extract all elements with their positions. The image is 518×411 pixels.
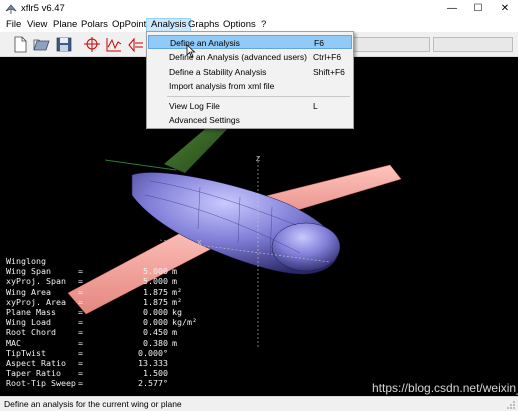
menu-view[interactable]: View xyxy=(23,18,51,32)
watermark-url: https://blog.csdn.net/weixin_42896636 xyxy=(372,381,518,395)
data-row-plane-mass: Plane Mass = 0.000 kg xyxy=(6,306,182,317)
menu-file[interactable]: File xyxy=(2,18,25,32)
fuselage-nose xyxy=(271,222,341,272)
data-row-tip-twist: TipTwist = 0.000° xyxy=(6,347,168,358)
menu-oppoint[interactable]: OpPoint xyxy=(108,18,150,32)
z-axis-label: Z xyxy=(256,156,261,163)
menu-options[interactable]: Options xyxy=(219,18,260,32)
status-bar: Define an analysis for the current wing … xyxy=(0,396,518,411)
window-title: xflr5 v6.47 xyxy=(21,3,65,14)
open-folder-icon[interactable] xyxy=(32,35,52,54)
maximize-button[interactable]: ☐ xyxy=(470,2,486,16)
menu-help[interactable]: ? xyxy=(257,18,270,32)
cp-graph-icon[interactable] xyxy=(104,35,124,54)
data-row-root-tip-sweep: Root-Tip Sweep = 2.577° xyxy=(6,378,168,389)
new-document-icon[interactable] xyxy=(10,35,30,54)
data-row-wing-load: Wing Load = 0.000 kg/m² xyxy=(6,317,197,328)
menu-define-stability-analysis[interactable]: Define a Stability Analysis Shift+F6 xyxy=(148,65,352,79)
polar-selector-combo[interactable] xyxy=(433,37,513,52)
status-text: Define an analysis for the current wing … xyxy=(4,399,182,409)
wing-data-panel: Winglong Wing Span = 5.000 m xyProj. Span = 5… xyxy=(6,256,197,388)
menu-graphs[interactable]: Graphs xyxy=(184,18,223,32)
polar-view-icon[interactable] xyxy=(82,35,102,54)
menu-import-analysis-xml[interactable]: Import analysis from xml file xyxy=(148,79,352,93)
y-axis-line xyxy=(104,159,177,171)
plane-selector-combo[interactable] xyxy=(350,37,430,52)
analysis-menu-dropdown: Define an Analysis F6 Define an Analysis… xyxy=(146,31,354,129)
title-bar: xflr5 v6.47 — ☐ ✕ xyxy=(0,0,518,18)
menu-separator xyxy=(167,96,350,97)
mouse-cursor-icon xyxy=(186,44,196,58)
menu-view-log-file[interactable]: View Log File L xyxy=(148,99,352,113)
size-grip-icon[interactable] xyxy=(506,400,516,410)
data-row-wing-span: Wing Span = 5.000 m xyxy=(6,266,177,277)
data-row-mac: MAC = 0.380 m xyxy=(6,337,177,348)
xflr5-app-icon xyxy=(5,4,17,14)
save-disk-icon[interactable] xyxy=(54,35,74,54)
wing-name: Winglong xyxy=(6,256,46,266)
menu-define-analysis-advanced[interactable]: Define an Analysis (advanced users) Ctrl… xyxy=(148,50,352,64)
menu-polars[interactable]: Polars xyxy=(77,18,112,32)
x-axis-label: X xyxy=(197,240,202,247)
data-row-xyproj-area: xyProj. Area = 1.875 m² xyxy=(6,296,182,307)
oppoint-view-icon[interactable] xyxy=(126,35,146,54)
data-row-wing-area: Wing Area = 1.875 m² xyxy=(6,286,182,297)
menu-bar: File View Plane Polars OpPoint Analysis … xyxy=(0,18,518,32)
data-row-xyproj-span: xyProj. Span = 5.000 m xyxy=(6,276,177,287)
data-row-taper-ratio: Taper Ratio = 1.500 xyxy=(6,368,168,379)
minimize-button[interactable]: — xyxy=(444,2,460,16)
menu-define-analysis[interactable]: Define an Analysis F6 xyxy=(148,35,352,49)
menu-advanced-settings[interactable]: Advanced Settings xyxy=(148,113,352,127)
data-row-aspect-ratio: Aspect Ratio = 13.333 xyxy=(6,357,168,368)
close-button[interactable]: ✕ xyxy=(497,2,513,16)
data-row-root-chord: Root Chord = 0.450 m xyxy=(6,327,177,338)
